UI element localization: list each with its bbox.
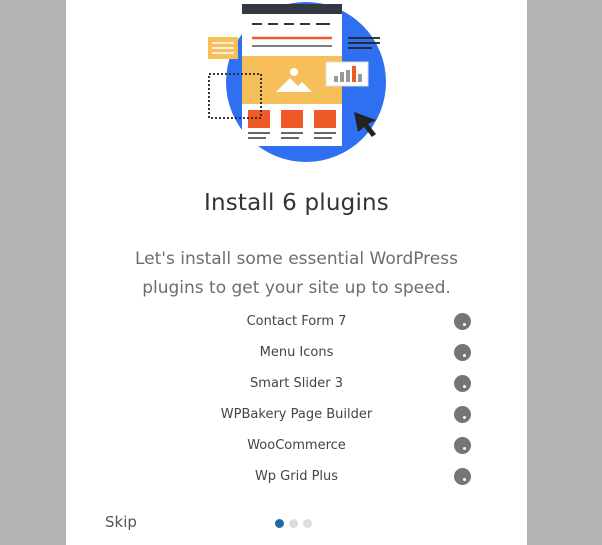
pending-status-icon [454, 468, 471, 485]
plugin-item-contact-form-7: Contact Form 7 [66, 309, 527, 340]
pending-status-icon [454, 375, 471, 392]
plugin-item-menu-icons: Menu Icons [66, 340, 527, 371]
setup-wizard-panel: Install 6 plugins Let's install some ess… [66, 0, 527, 545]
plugin-item-wp-grid-plus: Wp Grid Plus [66, 464, 527, 495]
step-description: Let's install some essential WordPress p… [135, 249, 458, 298]
pending-status-icon [454, 344, 471, 361]
step-pagination [275, 519, 317, 529]
pending-status-icon [454, 406, 471, 423]
step-title: Install 6 plugins [203, 190, 389, 216]
pagination-dot-active[interactable] [275, 519, 284, 528]
website-plugin-illustration [208, 2, 386, 162]
plugin-item-smart-slider-3: Smart Slider 3 [66, 371, 527, 402]
pending-status-icon [454, 437, 471, 454]
pagination-dot[interactable] [303, 519, 312, 528]
plugin-list: Contact Form 7 Menu Icons Smart Slider 3… [66, 309, 527, 495]
plugin-item-wpbakery-page-builder: WPBakery Page Builder [66, 402, 527, 433]
pending-status-icon [454, 313, 471, 330]
pagination-dot[interactable] [289, 519, 298, 528]
plugin-item-woocommerce: WooCommerce [66, 433, 527, 464]
skip-link[interactable]: Skip [105, 513, 137, 531]
